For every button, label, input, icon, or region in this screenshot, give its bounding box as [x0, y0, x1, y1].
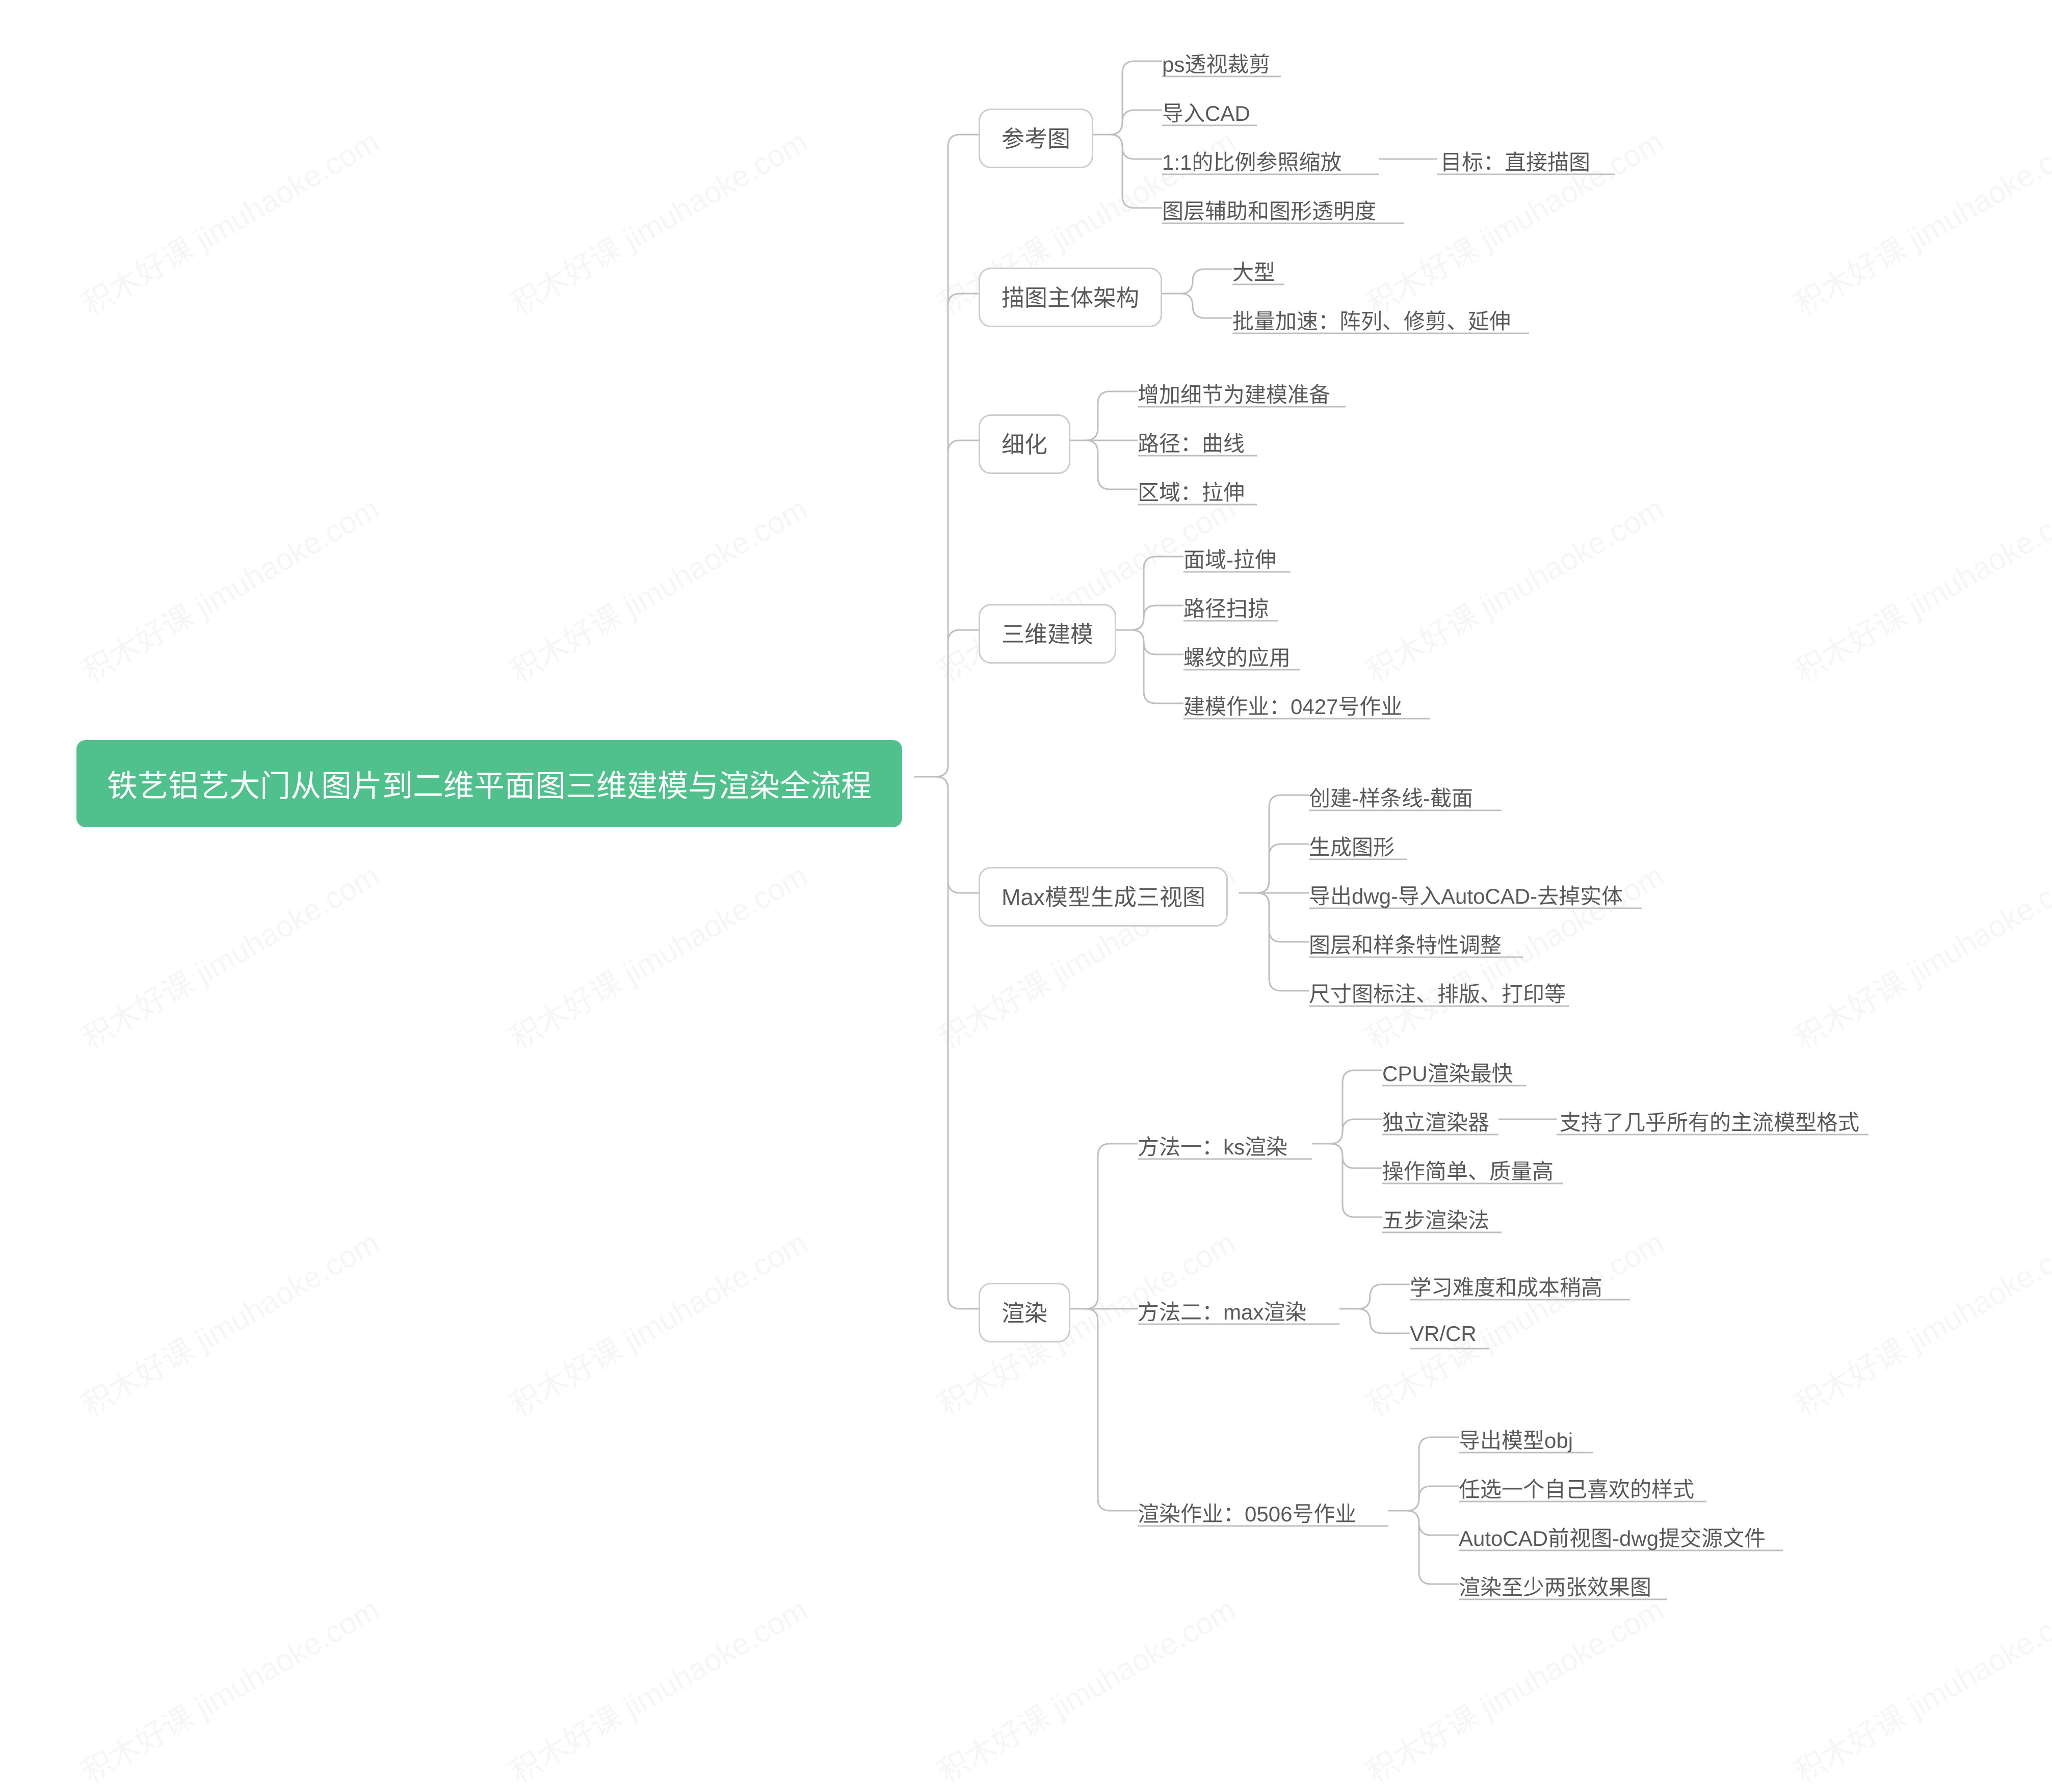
- leaf-ps-crop: ps透视裁剪: [1162, 46, 1270, 83]
- leaf-render-two: 渲染至少两张效果图: [1459, 1569, 1651, 1605]
- leaf-scale-1-1: 1:1的比例参照缩放: [1162, 144, 1341, 180]
- branch-refine[interactable]: 细化: [979, 414, 1070, 474]
- leaf-standalone-renderer: 独立渲染器: [1382, 1104, 1489, 1141]
- leaf-layer-opacity: 图层辅助和图形透明度: [1162, 193, 1376, 229]
- leaf-cpu-fastest: CPU渲染最快: [1382, 1055, 1513, 1092]
- leaf-easy-quality: 操作简单、质量高: [1382, 1153, 1554, 1190]
- leaf-five-step: 五步渲染法: [1382, 1202, 1489, 1238]
- leaf-target-trace: 目标：直接描图: [1440, 144, 1590, 180]
- leaf-region-extrude: 区域：拉伸: [1138, 474, 1245, 511]
- branch-reference-image[interactable]: 参考图: [979, 109, 1093, 168]
- branch-3d-modeling[interactable]: 三维建模: [979, 604, 1116, 664]
- leaf-difficulty-cost: 学习难度和成本稍高: [1410, 1269, 1602, 1306]
- leaf-thread-apply: 螺纹的应用: [1183, 639, 1291, 676]
- leaf-import-cad: 导入CAD: [1162, 95, 1250, 131]
- leaf-support-formats: 支持了几乎所有的主流模型格式: [1560, 1104, 1859, 1141]
- sub-method-ks[interactable]: 方法一：ks渲染: [1138, 1128, 1287, 1165]
- root-node[interactable]: 铁艺铝艺大门从图片到二维平面图三维建模与渲染全流程: [76, 740, 902, 827]
- branch-trace-structure[interactable]: 描图主体架构: [979, 268, 1162, 327]
- leaf-hw-0427: 建模作业：0427号作业: [1183, 688, 1402, 725]
- leaf-layer-adjust: 图层和样条特性调整: [1309, 927, 1502, 963]
- leaf-path-sweep: 路径扫掠: [1183, 590, 1269, 627]
- leaf-spline-section: 创建-样条线-截面: [1309, 780, 1473, 816]
- leaf-gen-shape: 生成图形: [1309, 829, 1395, 865]
- leaf-batch-accel: 批量加速：阵列、修剪、延伸: [1232, 303, 1511, 339]
- leaf-export-obj: 导出模型obj: [1459, 1422, 1573, 1459]
- leaf-export-dwg: 导出dwg-导入AutoCAD-去掉实体: [1309, 878, 1623, 914]
- sub-render-hw[interactable]: 渲染作业：0506号作业: [1138, 1495, 1356, 1532]
- leaf-path-curve: 路径：曲线: [1138, 425, 1245, 462]
- leaf-region-pull: 面域-拉伸: [1183, 541, 1276, 578]
- leaf-big-shape: 大型: [1232, 254, 1275, 291]
- leaf-autocad-front: AutoCAD前视图-dwg提交源文件: [1459, 1520, 1766, 1557]
- leaf-vr-cr: VR/CR: [1410, 1318, 1477, 1349]
- leaf-choose-style: 任选一个自己喜欢的样式: [1459, 1471, 1694, 1508]
- leaf-dimension-layout: 尺寸图标注、排版、打印等: [1309, 976, 1566, 1012]
- branch-render[interactable]: 渲染: [979, 1283, 1070, 1342]
- leaf-add-detail: 增加细节为建模准备: [1138, 376, 1330, 413]
- branch-max-three-view[interactable]: Max模型生成三视图: [979, 867, 1228, 927]
- sub-method-max[interactable]: 方法二：max渲染: [1138, 1294, 1306, 1330]
